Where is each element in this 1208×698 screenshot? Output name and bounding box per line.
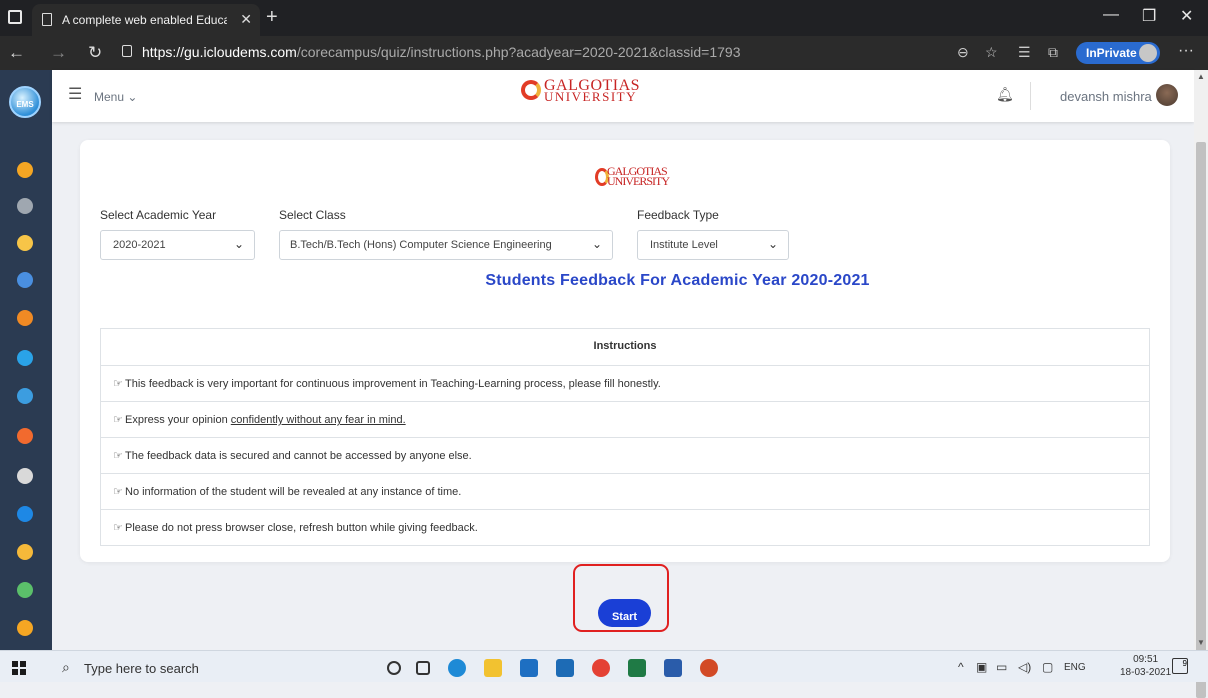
pointing-hand-icon: ☞ xyxy=(113,450,123,462)
instruction-row: ☞ The feedback data is secured and cannot… xyxy=(101,437,1149,473)
feedback-type-select[interactable]: Institute Level ⌄ xyxy=(637,230,789,260)
academic-year-label: Select Academic Year xyxy=(100,208,217,222)
pointing-hand-icon: ☞ xyxy=(113,486,123,498)
instructions-table: Instructions ☞ This feedback is very impo… xyxy=(100,328,1150,546)
inprivate-badge[interactable]: InPrivate xyxy=(1076,42,1160,64)
more-options-icon[interactable]: ··· xyxy=(1178,42,1194,60)
chevron-down-icon: ⌄ xyxy=(233,237,244,251)
instruction-row: ☞ Express your opinion confidently withou… xyxy=(101,401,1149,437)
pointing-hand-icon: ☞ xyxy=(113,522,123,534)
user-name[interactable]: devansh mishra xyxy=(1060,89,1152,104)
chevron-down-icon: ⌄ xyxy=(767,237,778,251)
feedback-card: GALGOTIAS UNIVERSITY Select Academic Year… xyxy=(80,140,1170,562)
academic-year-select[interactable]: 2020-2021 ⌄ xyxy=(100,230,255,260)
battery-icon[interactable]: ▭ xyxy=(996,660,1007,674)
word-icon[interactable] xyxy=(664,659,682,677)
rail-item-icon[interactable] xyxy=(17,235,33,251)
volume-icon[interactable]: ◁) xyxy=(1018,660,1031,674)
browser-tab[interactable]: A complete web enabled Educati ✕ xyxy=(32,4,260,36)
feedback-type-label: Feedback Type xyxy=(637,208,719,222)
excel-icon[interactable] xyxy=(628,659,646,677)
scroll-up-icon[interactable]: ▲ xyxy=(1197,72,1205,81)
browser-tab-bar: A complete web enabled Educati ✕ + — ❐ ✕ xyxy=(0,0,1208,36)
page-scrollbar[interactable]: ▲ ▼ xyxy=(1194,70,1208,698)
rail-item-icon[interactable] xyxy=(17,506,33,522)
university-logo: GALGOTIAS UNIVERSITY xyxy=(521,78,640,103)
dell-icon[interactable] xyxy=(556,659,574,677)
search-icon[interactable]: ⌕ xyxy=(62,659,70,676)
ems-logo[interactable]: EMS xyxy=(9,86,41,118)
edge-icon[interactable] xyxy=(448,659,466,677)
mail-icon[interactable] xyxy=(520,659,538,677)
rail-item-icon[interactable] xyxy=(17,350,33,366)
cortana-icon[interactable] xyxy=(387,661,401,675)
file-explorer-icon[interactable] xyxy=(484,659,502,677)
favorite-star-icon[interactable]: ☆ xyxy=(985,44,998,61)
taskbar-search-input[interactable]: Type here to search xyxy=(84,661,199,676)
meet-now-icon[interactable]: ▣ xyxy=(976,660,987,674)
tab-actions-icon[interactable] xyxy=(8,10,22,24)
instruction-row: ☞ Please do not press browser close, refr… xyxy=(101,509,1149,545)
refresh-icon[interactable]: ↻ xyxy=(88,43,102,63)
class-select[interactable]: B.Tech/B.Tech (Hons) Computer Science En… xyxy=(279,230,613,260)
powerpoint-icon[interactable] xyxy=(700,659,718,677)
taskbar-clock[interactable]: 09:51 18-03-2021 xyxy=(1120,653,1171,679)
page-title: Students Feedback For Academic Year 2020… xyxy=(485,272,870,289)
notification-center-icon[interactable]: 9 xyxy=(1172,658,1188,674)
close-tab-icon[interactable]: ✕ xyxy=(240,11,252,28)
favorites-icon[interactable]: ☰ xyxy=(1018,44,1031,61)
rail-item-icon[interactable] xyxy=(17,468,33,484)
show-hidden-icons-icon[interactable]: ^ xyxy=(958,660,964,674)
underlined-text: confidently without any fear in mind. xyxy=(230,414,406,426)
restore-icon[interactable]: ❐ xyxy=(1142,6,1156,26)
rail-item-icon[interactable] xyxy=(17,388,33,404)
pointing-hand-icon: ☞ xyxy=(113,414,123,426)
logo-mark-icon xyxy=(521,80,541,100)
rail-item-icon[interactable] xyxy=(17,162,33,178)
minimize-icon[interactable]: — xyxy=(1103,6,1119,24)
rail-item-icon[interactable] xyxy=(17,428,33,444)
url-field[interactable]: https://gu.icloudems.com/corecampus/quiz… xyxy=(142,44,740,60)
language-indicator[interactable]: ENG xyxy=(1064,662,1086,673)
hamburger-icon[interactable]: ☰ xyxy=(68,84,82,104)
task-view-icon[interactable] xyxy=(416,661,430,675)
chrome-icon[interactable] xyxy=(592,659,610,677)
lock-icon xyxy=(122,45,132,57)
chevron-down-icon: ⌄ xyxy=(591,237,602,251)
new-tab-icon[interactable]: + xyxy=(266,6,278,29)
user-avatar[interactable] xyxy=(1156,84,1178,106)
header-divider xyxy=(1030,82,1031,110)
rail-item-icon[interactable] xyxy=(17,620,33,636)
profile-avatar xyxy=(1139,44,1157,62)
close-window-icon[interactable]: ✕ xyxy=(1180,6,1193,26)
class-label: Select Class xyxy=(279,208,346,222)
tab-title: A complete web enabled Educati xyxy=(62,13,227,27)
instruction-row: ☞ No information of the student will be r… xyxy=(101,473,1149,509)
forward-icon[interactable]: → xyxy=(50,43,67,63)
rail-item-icon[interactable] xyxy=(17,310,33,326)
instructions-header: Instructions xyxy=(593,340,657,352)
rail-item-icon[interactable] xyxy=(17,544,33,560)
network-icon[interactable]: ▢ xyxy=(1042,660,1053,674)
rail-item-icon[interactable] xyxy=(17,272,33,288)
scroll-thumb[interactable] xyxy=(1196,142,1206,698)
back-icon[interactable]: ← xyxy=(8,43,25,63)
rail-item-icon[interactable] xyxy=(17,198,33,214)
sidebar-rail: EMS xyxy=(0,70,52,650)
windows-start-icon[interactable] xyxy=(12,661,26,675)
card-university-logo: GALGOTIAS UNIVERSITY xyxy=(595,164,670,204)
zoom-icon[interactable]: ⊖ xyxy=(957,44,969,61)
scroll-down-icon[interactable]: ▼ xyxy=(1197,638,1205,647)
notification-bell-icon[interactable]: 🔔︎ xyxy=(996,86,1014,103)
pointing-hand-icon: ☞ xyxy=(113,378,123,390)
instruction-row: ☞ This feedback is very important for con… xyxy=(101,365,1149,401)
collections-icon[interactable]: ⧉ xyxy=(1048,44,1058,61)
address-bar: ← → ↻ https://gu.icloudems.com/corecampu… xyxy=(0,36,1208,70)
start-button[interactable]: Start xyxy=(598,599,651,627)
page-icon xyxy=(42,13,52,26)
app-header: ☰ Menu ⌄ GALGOTIAS UNIVERSITY 🔔︎ devansh … xyxy=(52,70,1194,122)
windows-taskbar: ⌕ Type here to search ^ ▣ ▭ ◁) ▢ ENG 09:… xyxy=(0,650,1208,682)
rail-item-icon[interactable] xyxy=(17,582,33,598)
menu-dropdown[interactable]: Menu ⌄ xyxy=(94,90,137,104)
